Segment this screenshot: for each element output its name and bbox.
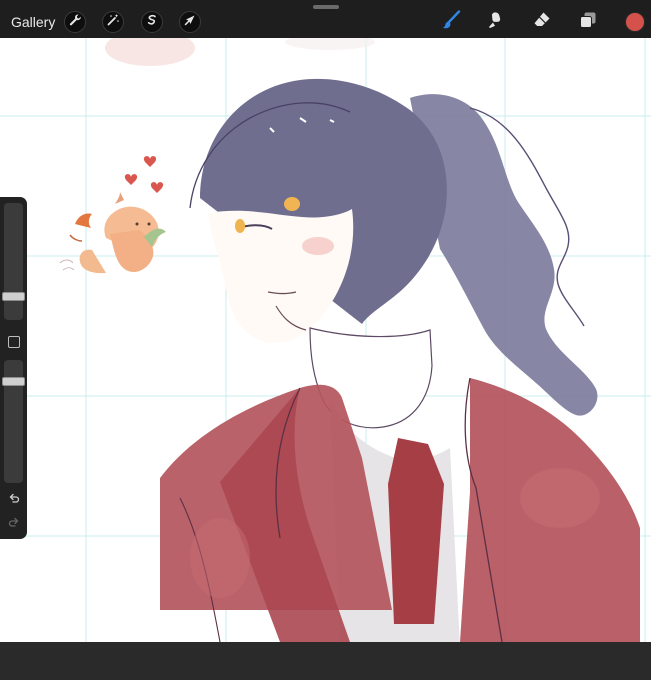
smudge-tool-button[interactable] [482,9,508,35]
redo-button[interactable] [7,517,21,531]
magic-wand-icon [106,13,120,32]
character-face [208,197,354,343]
artwork [59,38,640,642]
brush-size-slider-thumb[interactable] [2,291,25,301]
left-sidebar [0,197,27,539]
gallery-button[interactable]: Gallery [11,12,55,32]
bottom-bar [0,642,651,680]
transform-arrow-icon [183,13,197,32]
brush-icon [440,9,462,36]
modify-button[interactable] [8,336,20,348]
top-grabber-handle[interactable] [313,5,339,9]
top-toolbar: Gallery [0,0,651,38]
redo-icon [8,515,20,533]
smudge-icon [485,10,505,35]
dragon-mascot [59,156,166,274]
brush-size-slider[interactable] [2,203,25,320]
actions-button[interactable] [64,11,86,33]
eraser-icon [532,10,552,35]
layers-icon [578,10,598,35]
opacity-slider[interactable] [2,360,25,483]
undo-icon [8,491,20,509]
adjustments-button[interactable] [102,11,124,33]
selection-button[interactable] [141,11,163,33]
wrench-icon [68,13,82,32]
eraser-tool-button[interactable] [529,9,555,35]
color-picker-button[interactable] [625,12,645,32]
selection-icon [145,13,159,32]
layers-button[interactable] [575,9,601,35]
transform-button[interactable] [179,11,201,33]
undo-button[interactable] [7,493,21,507]
drawing-canvas[interactable] [0,38,651,642]
brush-tool-button[interactable] [438,9,464,35]
opacity-slider-thumb[interactable] [2,377,25,387]
